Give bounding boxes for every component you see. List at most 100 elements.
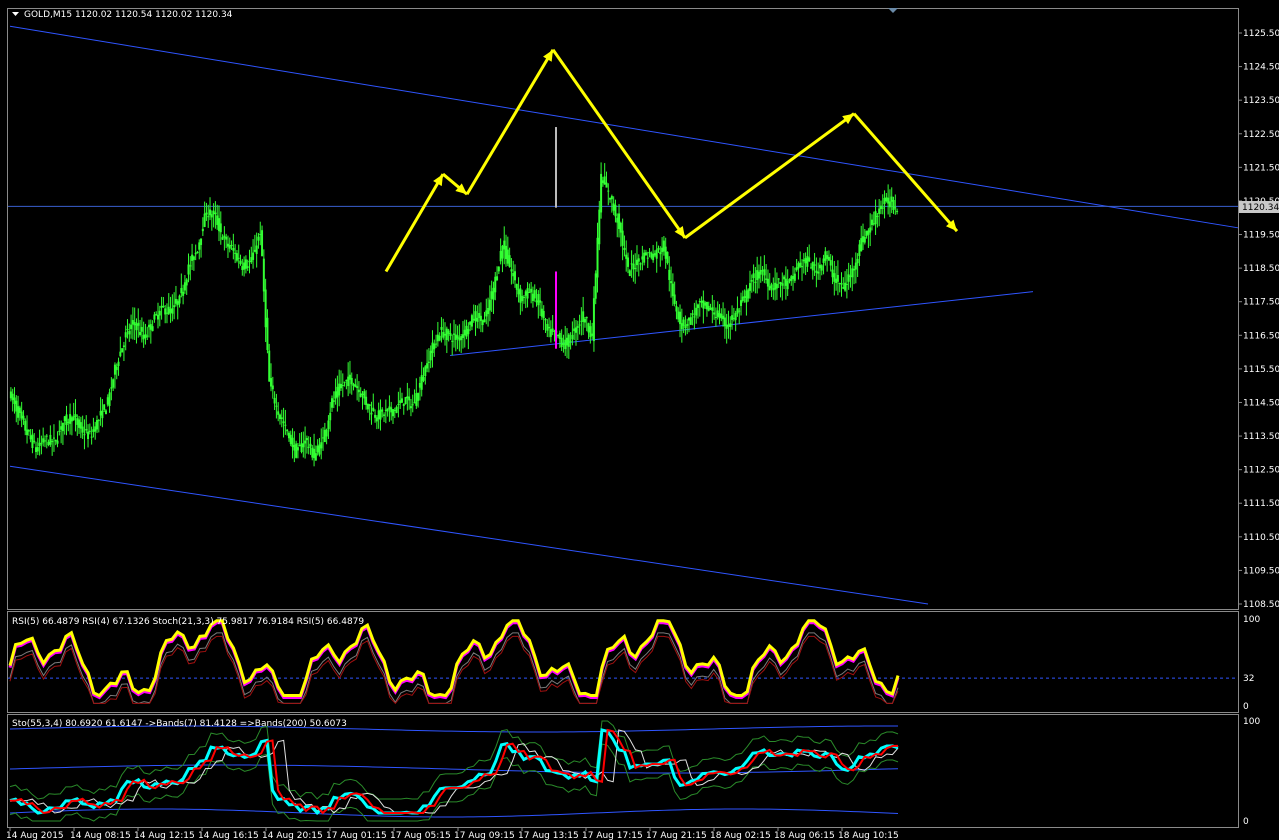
candle-body[interactable]: [693, 316, 696, 318]
candle-body[interactable]: [540, 308, 543, 317]
candle-body[interactable]: [612, 203, 615, 211]
candle-body[interactable]: [862, 236, 865, 243]
candle-body[interactable]: [802, 259, 805, 262]
candle-body[interactable]: [54, 439, 57, 442]
candle-body[interactable]: [24, 420, 27, 431]
candle-body[interactable]: [598, 209, 601, 245]
candle-body[interactable]: [546, 323, 549, 331]
candle-body[interactable]: [409, 406, 412, 409]
candle-body[interactable]: [727, 324, 730, 327]
candle-body[interactable]: [365, 396, 368, 406]
candle-body[interactable]: [383, 414, 386, 416]
candle-body[interactable]: [826, 255, 829, 259]
candle-body[interactable]: [806, 256, 809, 267]
candle-body[interactable]: [444, 333, 447, 336]
candle-body[interactable]: [474, 311, 477, 321]
candle-body[interactable]: [178, 295, 181, 304]
candle-body[interactable]: [122, 345, 125, 348]
candle-body[interactable]: [840, 283, 843, 285]
candle-body[interactable]: [325, 429, 328, 437]
candle-body[interactable]: [261, 230, 264, 257]
candle-body[interactable]: [745, 290, 748, 303]
candle-body[interactable]: [736, 308, 739, 314]
candle-body[interactable]: [234, 252, 237, 254]
candle-body[interactable]: [164, 308, 167, 315]
candle-body[interactable]: [594, 273, 597, 299]
candle-body[interactable]: [390, 407, 393, 413]
candle-body[interactable]: [304, 440, 307, 444]
candle-body[interactable]: [501, 245, 504, 259]
candle-body[interactable]: [704, 302, 707, 306]
candle-body[interactable]: [69, 414, 72, 424]
candle-body[interactable]: [191, 254, 194, 261]
candle-body[interactable]: [677, 311, 680, 320]
candle-body[interactable]: [88, 430, 91, 432]
candle-body[interactable]: [696, 304, 699, 308]
candle-body[interactable]: [33, 440, 36, 442]
candle-body[interactable]: [45, 435, 48, 437]
candle-body[interactable]: [512, 272, 515, 277]
candle-body[interactable]: [106, 397, 109, 405]
candle-body[interactable]: [544, 319, 547, 321]
candle-body[interactable]: [402, 403, 405, 407]
candle-body[interactable]: [714, 317, 717, 319]
candle-body[interactable]: [128, 331, 131, 335]
candle-body[interactable]: [454, 334, 457, 340]
candle-body[interactable]: [246, 266, 249, 268]
candle-body[interactable]: [688, 317, 691, 321]
candle-body[interactable]: [148, 324, 151, 328]
candle-body[interactable]: [549, 329, 552, 337]
candle-body[interactable]: [313, 448, 316, 459]
candle-body[interactable]: [854, 262, 857, 270]
candle-body[interactable]: [738, 310, 741, 312]
candle-body[interactable]: [698, 301, 701, 303]
candle-body[interactable]: [680, 323, 683, 330]
candle-body[interactable]: [347, 376, 350, 387]
candle-body[interactable]: [583, 318, 586, 323]
candle-body[interactable]: [494, 276, 497, 293]
candle-body[interactable]: [601, 180, 604, 183]
candle-body[interactable]: [756, 270, 759, 281]
candle-body[interactable]: [194, 252, 197, 255]
candle-body[interactable]: [835, 278, 838, 283]
candle-body[interactable]: [589, 326, 592, 338]
candle-body[interactable]: [354, 384, 357, 388]
candle-body[interactable]: [573, 328, 576, 332]
candle-body[interactable]: [824, 251, 827, 261]
candle-body[interactable]: [506, 249, 509, 264]
candle-body[interactable]: [610, 196, 613, 200]
candle-body[interactable]: [158, 310, 161, 316]
candle-body[interactable]: [442, 331, 445, 338]
candle-body[interactable]: [465, 325, 468, 337]
candle-body[interactable]: [707, 305, 710, 311]
candle-body[interactable]: [815, 270, 818, 273]
candle-body[interactable]: [781, 283, 784, 286]
candle-body[interactable]: [15, 400, 18, 412]
candle-body[interactable]: [643, 252, 646, 263]
candle-body[interactable]: [345, 379, 348, 381]
candle-body[interactable]: [406, 396, 409, 399]
candle-body[interactable]: [257, 236, 260, 241]
candle-body[interactable]: [209, 209, 212, 216]
candle-body[interactable]: [117, 361, 120, 367]
candle-body[interactable]: [219, 223, 222, 233]
candle-body[interactable]: [657, 248, 660, 250]
candle-body[interactable]: [713, 312, 716, 315]
candle-body[interactable]: [870, 219, 873, 226]
candle-body[interactable]: [92, 429, 95, 432]
candle-body[interactable]: [582, 311, 585, 322]
candle-body[interactable]: [43, 440, 46, 442]
candle-body[interactable]: [60, 426, 63, 430]
candle-body[interactable]: [513, 271, 516, 281]
candle-body[interactable]: [592, 298, 595, 342]
candle-body[interactable]: [296, 447, 299, 451]
candle-body[interactable]: [479, 315, 482, 322]
candle-body[interactable]: [560, 337, 563, 348]
candle-body[interactable]: [36, 447, 39, 452]
candle-body[interactable]: [695, 307, 698, 316]
candle-body[interactable]: [302, 443, 305, 448]
candle-body[interactable]: [280, 417, 283, 420]
candle-body[interactable]: [804, 258, 807, 264]
candle-body[interactable]: [397, 403, 400, 405]
candle-body[interactable]: [836, 275, 839, 282]
